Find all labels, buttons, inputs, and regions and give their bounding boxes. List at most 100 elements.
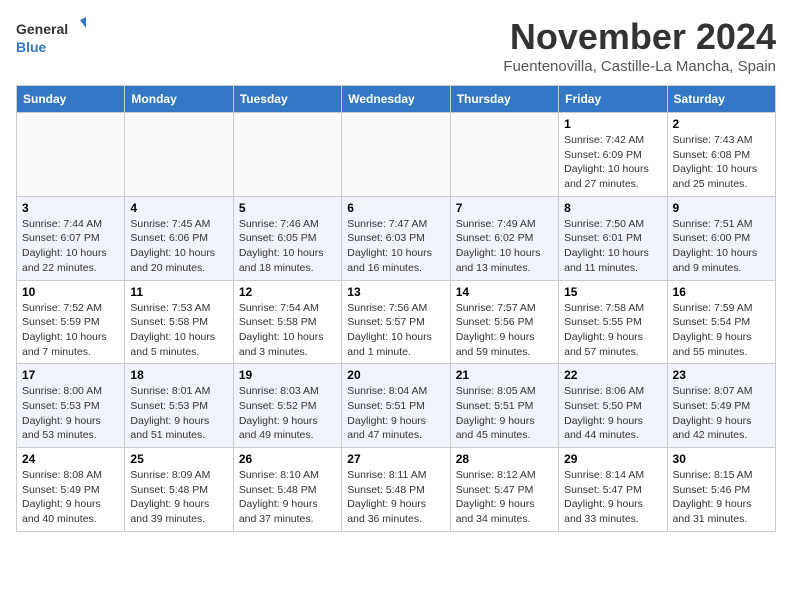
day-number: 10	[22, 285, 119, 299]
day-info: Sunrise: 8:07 AM Sunset: 5:49 PM Dayligh…	[673, 384, 770, 443]
day-number: 29	[564, 452, 661, 466]
logo: General Blue	[16, 16, 86, 58]
day-number: 7	[456, 201, 553, 215]
day-number: 19	[239, 368, 336, 382]
day-number: 23	[673, 368, 770, 382]
calendar: SundayMondayTuesdayWednesdayThursdayFrid…	[16, 85, 776, 532]
day-number: 16	[673, 285, 770, 299]
day-info: Sunrise: 8:10 AM Sunset: 5:48 PM Dayligh…	[239, 468, 336, 527]
day-info: Sunrise: 7:43 AM Sunset: 6:08 PM Dayligh…	[673, 133, 770, 192]
calendar-cell: 21 Sunrise: 8:05 AM Sunset: 5:51 PM Dayli…	[450, 364, 558, 448]
day-info: Sunrise: 7:42 AM Sunset: 6:09 PM Dayligh…	[564, 133, 661, 192]
day-number: 9	[673, 201, 770, 215]
day-info: Sunrise: 7:44 AM Sunset: 6:07 PM Dayligh…	[22, 217, 119, 276]
day-number: 28	[456, 452, 553, 466]
weekday-header: Wednesday	[342, 86, 450, 113]
day-info: Sunrise: 7:45 AM Sunset: 6:06 PM Dayligh…	[130, 217, 227, 276]
day-info: Sunrise: 7:54 AM Sunset: 5:58 PM Dayligh…	[239, 301, 336, 360]
calendar-week-row: 1 Sunrise: 7:42 AM Sunset: 6:09 PM Daylig…	[17, 113, 776, 197]
day-number: 22	[564, 368, 661, 382]
day-info: Sunrise: 7:47 AM Sunset: 6:03 PM Dayligh…	[347, 217, 444, 276]
calendar-cell	[233, 113, 341, 197]
calendar-cell: 10Sunrise: 7:52 AM Sunset: 5:59 PM Dayli…	[17, 280, 125, 364]
day-number: 27	[347, 452, 444, 466]
day-info: Sunrise: 8:06 AM Sunset: 5:50 PM Dayligh…	[564, 384, 661, 443]
calendar-cell: 22 Sunrise: 8:06 AM Sunset: 5:50 PM Dayli…	[559, 364, 667, 448]
calendar-week-row: 10Sunrise: 7:52 AM Sunset: 5:59 PM Dayli…	[17, 280, 776, 364]
day-number: 15	[564, 285, 661, 299]
day-number: 2	[673, 117, 770, 131]
calendar-cell: 1 Sunrise: 7:42 AM Sunset: 6:09 PM Daylig…	[559, 113, 667, 197]
day-number: 30	[673, 452, 770, 466]
calendar-cell: 8Sunrise: 7:50 AM Sunset: 6:01 PM Daylig…	[559, 196, 667, 280]
weekday-header-row: SundayMondayTuesdayWednesdayThursdayFrid…	[17, 86, 776, 113]
day-number: 18	[130, 368, 227, 382]
day-info: Sunrise: 8:01 AM Sunset: 5:53 PM Dayligh…	[130, 384, 227, 443]
day-number: 24	[22, 452, 119, 466]
calendar-cell	[17, 113, 125, 197]
day-info: Sunrise: 7:51 AM Sunset: 6:00 PM Dayligh…	[673, 217, 770, 276]
month-title: November 2024	[503, 16, 776, 58]
calendar-cell: 16 Sunrise: 7:59 AM Sunset: 5:54 PM Dayli…	[667, 280, 775, 364]
day-info: Sunrise: 7:53 AM Sunset: 5:58 PM Dayligh…	[130, 301, 227, 360]
header: General Blue November 2024 Fuentenovilla…	[16, 16, 776, 75]
day-number: 20	[347, 368, 444, 382]
title-section: November 2024 Fuentenovilla, Castille-La…	[503, 16, 776, 75]
weekday-header: Saturday	[667, 86, 775, 113]
weekday-header: Tuesday	[233, 86, 341, 113]
svg-text:General: General	[16, 21, 68, 37]
calendar-cell: 4Sunrise: 7:45 AM Sunset: 6:06 PM Daylig…	[125, 196, 233, 280]
calendar-cell: 27 Sunrise: 8:11 AM Sunset: 5:48 PM Dayli…	[342, 448, 450, 532]
day-number: 11	[130, 285, 227, 299]
day-number: 21	[456, 368, 553, 382]
day-info: Sunrise: 8:14 AM Sunset: 5:47 PM Dayligh…	[564, 468, 661, 527]
day-number: 6	[347, 201, 444, 215]
location: Fuentenovilla, Castille-La Mancha, Spain	[503, 58, 776, 75]
calendar-cell: 25Sunrise: 8:09 AM Sunset: 5:48 PM Dayli…	[125, 448, 233, 532]
day-number: 14	[456, 285, 553, 299]
day-info: Sunrise: 8:03 AM Sunset: 5:52 PM Dayligh…	[239, 384, 336, 443]
weekday-header: Monday	[125, 86, 233, 113]
calendar-cell: 11 Sunrise: 7:53 AM Sunset: 5:58 PM Dayli…	[125, 280, 233, 364]
calendar-cell: 3Sunrise: 7:44 AM Sunset: 6:07 PM Daylig…	[17, 196, 125, 280]
calendar-cell: 24 Sunrise: 8:08 AM Sunset: 5:49 PM Dayli…	[17, 448, 125, 532]
day-info: Sunrise: 7:56 AM Sunset: 5:57 PM Dayligh…	[347, 301, 444, 360]
calendar-cell: 20Sunrise: 8:04 AM Sunset: 5:51 PM Dayli…	[342, 364, 450, 448]
day-info: Sunrise: 7:49 AM Sunset: 6:02 PM Dayligh…	[456, 217, 553, 276]
calendar-cell: 5Sunrise: 7:46 AM Sunset: 6:05 PM Daylig…	[233, 196, 341, 280]
calendar-cell: 29 Sunrise: 8:14 AM Sunset: 5:47 PM Dayli…	[559, 448, 667, 532]
calendar-week-row: 24 Sunrise: 8:08 AM Sunset: 5:49 PM Dayli…	[17, 448, 776, 532]
calendar-cell: 2 Sunrise: 7:43 AM Sunset: 6:08 PM Daylig…	[667, 113, 775, 197]
calendar-cell: 17 Sunrise: 8:00 AM Sunset: 5:53 PM Dayli…	[17, 364, 125, 448]
logo-svg: General Blue	[16, 16, 86, 58]
day-info: Sunrise: 8:08 AM Sunset: 5:49 PM Dayligh…	[22, 468, 119, 527]
calendar-cell: 14Sunrise: 7:57 AM Sunset: 5:56 PM Dayli…	[450, 280, 558, 364]
day-number: 5	[239, 201, 336, 215]
calendar-cell: 30Sunrise: 8:15 AM Sunset: 5:46 PM Dayli…	[667, 448, 775, 532]
day-info: Sunrise: 7:50 AM Sunset: 6:01 PM Dayligh…	[564, 217, 661, 276]
calendar-cell	[125, 113, 233, 197]
day-info: Sunrise: 8:05 AM Sunset: 5:51 PM Dayligh…	[456, 384, 553, 443]
day-info: Sunrise: 8:12 AM Sunset: 5:47 PM Dayligh…	[456, 468, 553, 527]
day-number: 17	[22, 368, 119, 382]
day-info: Sunrise: 7:58 AM Sunset: 5:55 PM Dayligh…	[564, 301, 661, 360]
calendar-cell: 12 Sunrise: 7:54 AM Sunset: 5:58 PM Dayli…	[233, 280, 341, 364]
calendar-cell: 15 Sunrise: 7:58 AM Sunset: 5:55 PM Dayli…	[559, 280, 667, 364]
weekday-header: Friday	[559, 86, 667, 113]
svg-text:Blue: Blue	[16, 39, 47, 55]
calendar-cell: 18 Sunrise: 8:01 AM Sunset: 5:53 PM Dayli…	[125, 364, 233, 448]
weekday-header: Thursday	[450, 86, 558, 113]
calendar-cell	[342, 113, 450, 197]
calendar-week-row: 17 Sunrise: 8:00 AM Sunset: 5:53 PM Dayli…	[17, 364, 776, 448]
day-info: Sunrise: 8:00 AM Sunset: 5:53 PM Dayligh…	[22, 384, 119, 443]
calendar-cell: 9 Sunrise: 7:51 AM Sunset: 6:00 PM Daylig…	[667, 196, 775, 280]
weekday-header: Sunday	[17, 86, 125, 113]
day-info: Sunrise: 8:11 AM Sunset: 5:48 PM Dayligh…	[347, 468, 444, 527]
day-number: 1	[564, 117, 661, 131]
day-number: 12	[239, 285, 336, 299]
calendar-week-row: 3Sunrise: 7:44 AM Sunset: 6:07 PM Daylig…	[17, 196, 776, 280]
day-info: Sunrise: 7:59 AM Sunset: 5:54 PM Dayligh…	[673, 301, 770, 360]
calendar-cell: 7 Sunrise: 7:49 AM Sunset: 6:02 PM Daylig…	[450, 196, 558, 280]
day-number: 13	[347, 285, 444, 299]
calendar-cell: 23 Sunrise: 8:07 AM Sunset: 5:49 PM Dayli…	[667, 364, 775, 448]
